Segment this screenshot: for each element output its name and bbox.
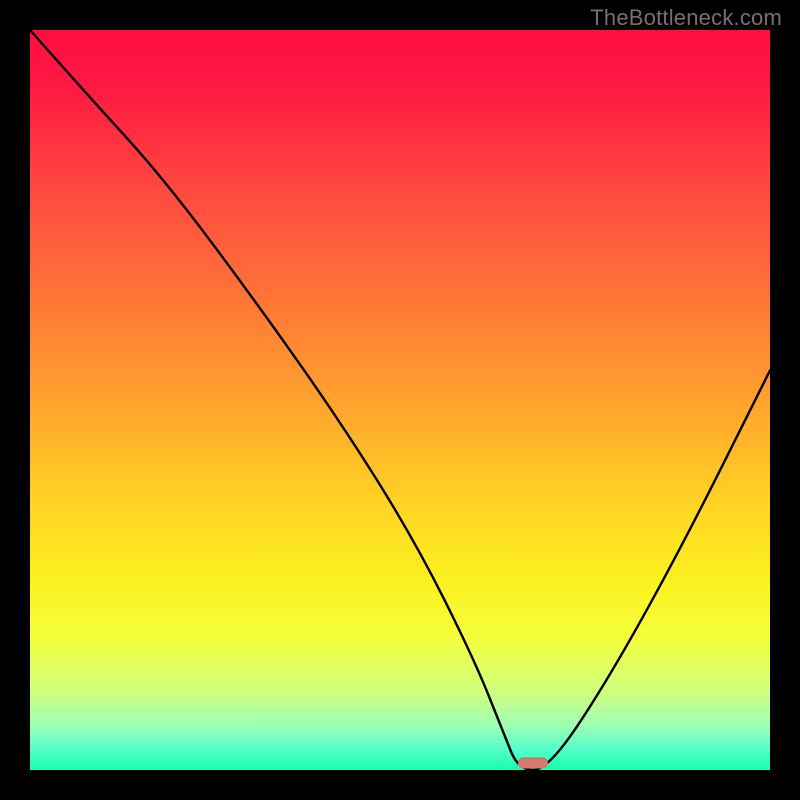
bottleneck-curve [30,30,770,770]
curve-svg [30,30,770,770]
optimum-marker [518,757,548,768]
plot-area [30,30,770,770]
watermark-text: TheBottleneck.com [590,5,782,31]
figure: TheBottleneck.com [0,0,800,800]
